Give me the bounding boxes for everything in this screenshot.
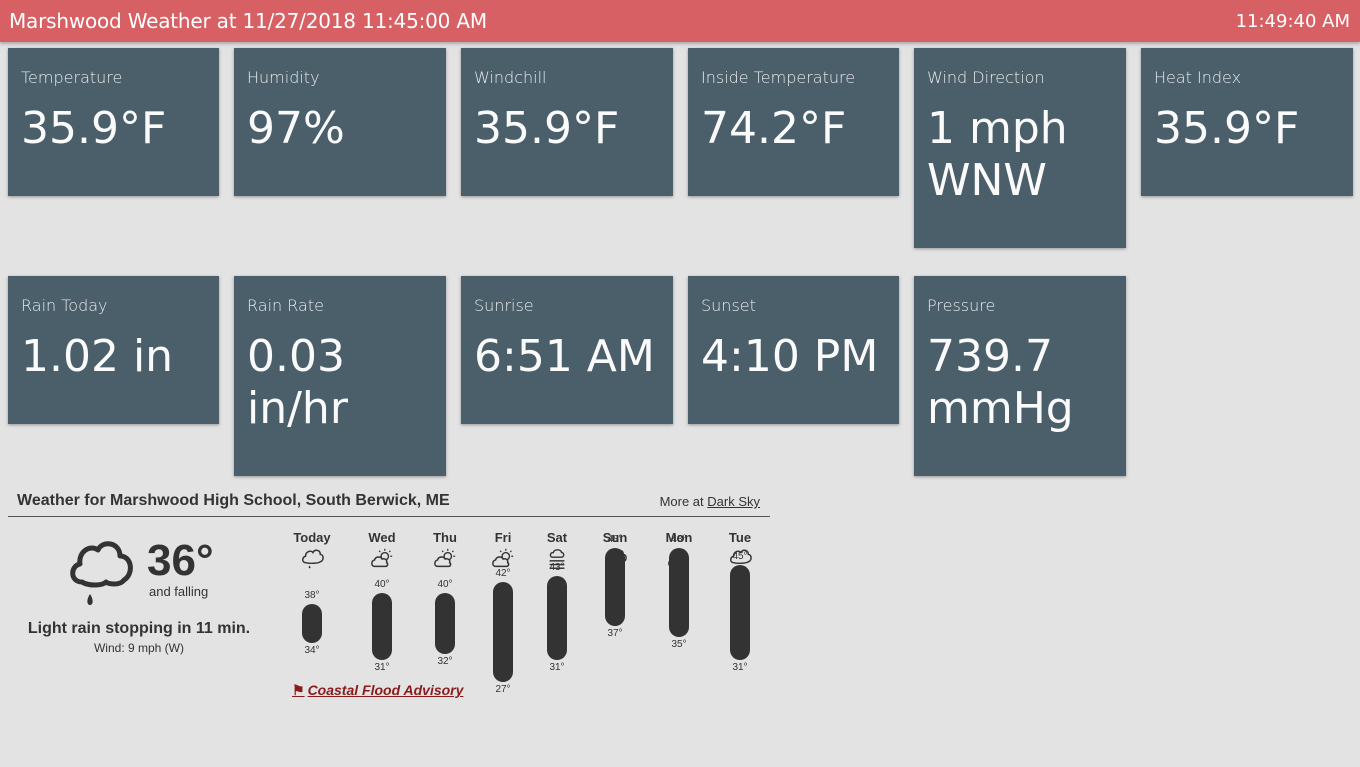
high-temperature: 48°	[671, 534, 687, 546]
partly-cloudy-icon	[371, 548, 393, 568]
tile-label: Windchill	[474, 68, 547, 87]
high-temperature: 43°	[549, 562, 565, 574]
tile-label: Temperature	[21, 68, 123, 87]
high-temperature: 42°	[495, 568, 511, 579]
tile-value: 74.2°F	[701, 103, 847, 154]
tile-value: 35.9°F	[1154, 103, 1300, 154]
tile-windchill: Windchill 35.9°F	[461, 48, 673, 196]
tile-inside-temperature: Inside Temperature 74.2°F	[688, 48, 899, 196]
current-temperature: 36°	[147, 536, 214, 585]
forecast-day: Today	[290, 530, 334, 571]
temperature-range-bar	[493, 582, 513, 682]
tile-label: Heat Index	[1154, 68, 1242, 87]
high-temperature: 40°	[374, 579, 390, 591]
header-bar: Marshwood Weather at 11/27/2018 11:45:00…	[0, 0, 1360, 42]
low-temperature: 35°	[671, 639, 687, 651]
high-temperature: 45°	[732, 551, 748, 563]
tile-label: Sunset	[701, 296, 756, 315]
tile-wind-direction: Wind Direction 1 mph WNW	[914, 48, 1126, 248]
dark-sky-link[interactable]: Dark Sky	[707, 494, 760, 509]
tile-humidity: Humidity 97%	[234, 48, 446, 196]
temperature-range-bar	[435, 593, 455, 654]
forecast-title: Weather for Marshwood High School, South…	[17, 492, 450, 509]
tile-sunrise: Sunrise 6:51 AM	[461, 276, 673, 424]
more-at: More at Dark Sky	[660, 494, 760, 509]
low-temperature: 34°	[304, 644, 320, 656]
low-temperature: 32°	[437, 656, 453, 667]
tile-pressure: Pressure 739.7 mmHg	[914, 276, 1126, 476]
rain-cloud-icon	[70, 541, 133, 605]
temperature-range-bar	[372, 593, 392, 660]
high-temperature: 48°	[607, 534, 623, 546]
more-at-label: More at	[659, 494, 704, 509]
tile-label: Inside Temperature	[701, 68, 856, 87]
tile-heat-index: Heat Index 35.9°F	[1141, 48, 1353, 196]
high-temperature: 40°	[437, 579, 453, 591]
low-temperature: 27°	[495, 684, 511, 695]
tile-value: 0.03 in/hr	[247, 331, 348, 434]
low-temperature: 31°	[549, 661, 565, 673]
low-temperature: 31°	[374, 661, 390, 673]
day-name: Thu	[433, 530, 457, 545]
temperature-range-bar	[547, 576, 567, 660]
tile-rain-today: Rain Today 1.02 in	[8, 276, 219, 424]
tile-value: 6:51 AM	[474, 331, 655, 382]
day-name: Today	[293, 530, 331, 545]
tile-sunset: Sunset 4:10 PM	[688, 276, 899, 424]
divider	[8, 516, 770, 517]
day-name: Tue	[728, 530, 752, 545]
tile-label: Wind Direction	[927, 68, 1045, 87]
temperature-range-bar	[605, 548, 625, 626]
current-summary: Light rain stopping in 11 min.	[27, 620, 251, 637]
tile-value: 1.02 in	[21, 331, 174, 382]
temperature-range-bar	[669, 548, 689, 638]
temperature-range-bar	[730, 565, 750, 660]
temperature-trend: and falling	[149, 584, 209, 599]
low-temperature: 37°	[607, 628, 623, 639]
tile-rain-rate: Rain Rate 0.03 in/hr	[234, 276, 446, 476]
tile-label: Sunrise	[474, 296, 534, 315]
forecast-day: Thu	[423, 530, 467, 571]
rain-cloud-icon	[302, 549, 324, 569]
partly-cloudy-icon	[434, 548, 456, 568]
high-temperature: 38°	[304, 590, 320, 602]
advisory-label: Coastal Flood Advisory	[307, 682, 464, 698]
forecast-day: Fri	[481, 530, 525, 571]
day-name: Fri	[494, 530, 512, 545]
tile-value: 97%	[247, 103, 345, 154]
low-temperature: 31°	[732, 661, 748, 673]
tile-label: Humidity	[247, 68, 320, 87]
tile-temperature: Temperature 35.9°F	[8, 48, 219, 196]
tile-label: Rain Today	[21, 296, 108, 315]
tile-value: 4:10 PM	[701, 331, 879, 382]
advisory-link[interactable]: ⚑ Coastal Flood Advisory	[292, 682, 463, 699]
tile-label: Rain Rate	[247, 296, 324, 315]
page-title: Marshwood Weather at 11/27/2018 11:45:00…	[9, 9, 487, 33]
tile-value: 35.9°F	[474, 103, 620, 154]
forecast-day: Wed	[360, 530, 404, 571]
day-name: Wed	[368, 530, 396, 545]
clock: 11:49:40 AM	[1235, 11, 1350, 32]
tile-value: 1 mph WNW	[927, 103, 1068, 206]
tile-label: Pressure	[927, 296, 996, 315]
temperature-range-bar	[302, 604, 322, 643]
tile-value: 35.9°F	[21, 103, 167, 154]
flag-icon: ⚑	[292, 682, 305, 698]
current-wind: Wind: 9 mph (W)	[93, 641, 184, 655]
day-name: Sat	[546, 530, 568, 545]
tile-value: 739.7 mmHg	[927, 331, 1074, 434]
forecast-widget: Weather for Marshwood High School, South…	[8, 486, 770, 716]
